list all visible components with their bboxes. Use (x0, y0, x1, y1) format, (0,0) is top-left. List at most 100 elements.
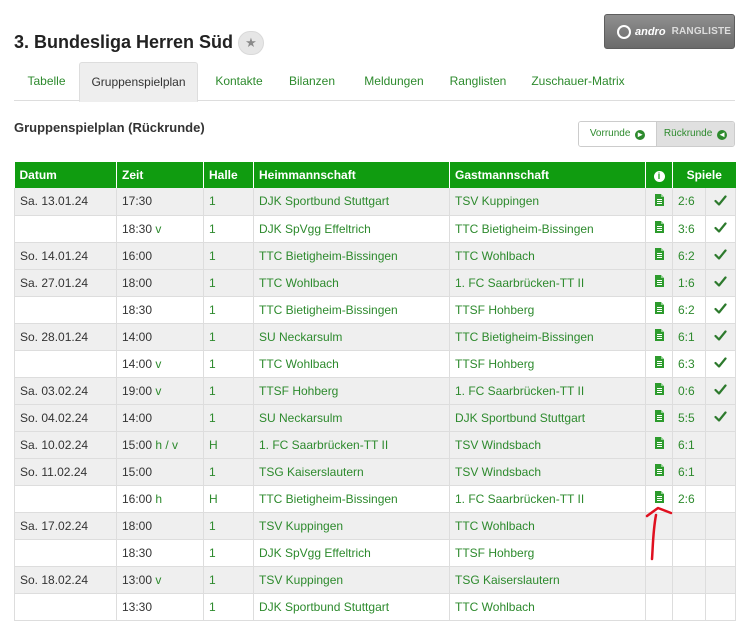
cell-home-team[interactable]: TSG Kaiserslautern (253, 458, 450, 486)
cell-score[interactable]: 6:1 (672, 323, 706, 351)
col-header-datum[interactable]: Datum (14, 162, 117, 188)
tab-kontakte[interactable]: Kontakte (204, 62, 274, 101)
cell-away-team[interactable]: TTSF Hohberg (449, 539, 646, 567)
col-header-gastmannschaft[interactable]: Gastmannschaft (449, 162, 646, 188)
away-team-link[interactable]: 1. FC Saarbrücken-TT II (455, 276, 584, 290)
home-team-link[interactable]: TSV Kuppingen (259, 573, 343, 587)
home-team-link[interactable]: DJK Sportbund Stuttgart (259, 600, 389, 614)
cell-halle[interactable]: 1 (203, 458, 254, 486)
cell-halle[interactable]: 1 (203, 296, 254, 324)
cell-score[interactable]: 1:6 (672, 269, 706, 297)
cell-halle[interactable]: 1 (203, 242, 254, 270)
cell-home-team[interactable]: TTC Bietigheim-Bissingen (253, 485, 450, 513)
cell-away-team[interactable]: TSV Kuppingen (449, 188, 646, 216)
cell-home-team[interactable]: 1. FC Saarbrücken-TT II (253, 431, 450, 459)
cell-away-team[interactable]: TTSF Hohberg (449, 296, 646, 324)
cell-away-team[interactable]: TTC Bietigheim-Bissingen (449, 215, 646, 243)
cell-score[interactable]: 2:6 (672, 188, 706, 216)
away-team-link[interactable]: TTSF Hohberg (455, 357, 534, 371)
halle-link[interactable]: 1 (209, 222, 216, 236)
home-team-link[interactable]: DJK SpVgg Effeltrich (259, 222, 371, 236)
away-team-link[interactable]: TTSF Hohberg (455, 303, 534, 317)
favorite-button[interactable]: ★ (238, 31, 264, 55)
document-icon[interactable] (654, 356, 664, 371)
cell-halle[interactable]: 1 (203, 593, 254, 621)
tab-bilanzen[interactable]: Bilanzen (280, 62, 344, 101)
home-team-link[interactable]: TTC Bietigheim-Bissingen (259, 303, 398, 317)
cell-home-team[interactable]: SU Neckarsulm (253, 323, 450, 351)
cell-home-team[interactable]: DJK SpVgg Effeltrich (253, 539, 450, 567)
tab-tabelle[interactable]: Tabelle (14, 62, 79, 101)
cell-away-team[interactable]: TTC Wohlbach (449, 512, 646, 540)
score-link[interactable]: 6:2 (678, 303, 695, 317)
document-icon[interactable] (654, 383, 664, 398)
halle-link[interactable]: 1 (209, 384, 216, 398)
cell-score[interactable]: 6:1 (672, 431, 706, 459)
away-team-link[interactable]: 1. FC Saarbrücken-TT II (455, 384, 584, 398)
halle-link[interactable]: 1 (209, 330, 216, 344)
home-team-link[interactable]: TTC Wohlbach (259, 276, 339, 290)
home-team-link[interactable]: TSV Kuppingen (259, 519, 343, 533)
score-link[interactable]: 5:5 (678, 411, 695, 425)
home-team-link[interactable]: TSG Kaiserslautern (259, 465, 364, 479)
document-icon[interactable] (654, 302, 664, 317)
home-team-link[interactable]: SU Neckarsulm (259, 411, 342, 425)
cell-halle[interactable]: 1 (203, 539, 254, 567)
cell-score[interactable]: 6:3 (672, 350, 706, 378)
cell-score[interactable]: 6:1 (672, 458, 706, 486)
cell-away-team[interactable]: 1. FC Saarbrücken-TT II (449, 485, 646, 513)
cell-report[interactable] (645, 431, 673, 459)
home-team-link[interactable]: SU Neckarsulm (259, 330, 342, 344)
cell-report[interactable] (645, 242, 673, 270)
home-team-link[interactable]: TTC Bietigheim-Bissingen (259, 492, 398, 506)
halle-link[interactable]: H (209, 438, 218, 452)
cell-halle[interactable]: 1 (203, 350, 254, 378)
cell-halle[interactable]: 1 (203, 377, 254, 405)
cell-halle[interactable]: 1 (203, 215, 254, 243)
time-flag[interactable]: v (155, 222, 161, 236)
away-team-link[interactable]: TTC Bietigheim-Bissingen (455, 330, 594, 344)
cell-home-team[interactable]: TTSF Hohberg (253, 377, 450, 405)
cell-halle[interactable]: 1 (203, 512, 254, 540)
cell-away-team[interactable]: TSV Windsbach (449, 458, 646, 486)
cell-score[interactable]: 6:2 (672, 296, 706, 324)
halle-link[interactable]: 1 (209, 194, 216, 208)
cell-away-team[interactable]: TTC Bietigheim-Bissingen (449, 323, 646, 351)
cell-home-team[interactable]: TTC Wohlbach (253, 350, 450, 378)
andro-rangliste-badge[interactable]: andro RANGLISTE (604, 14, 735, 49)
cell-halle[interactable]: 1 (203, 188, 254, 216)
cell-away-team[interactable]: DJK Sportbund Stuttgart (449, 404, 646, 432)
cell-away-team[interactable]: TTSF Hohberg (449, 350, 646, 378)
halle-link[interactable]: 1 (209, 519, 216, 533)
cell-halle[interactable]: 1 (203, 323, 254, 351)
cell-away-team[interactable]: TTC Wohlbach (449, 593, 646, 621)
tab-ranglisten[interactable]: Ranglisten (442, 62, 514, 101)
cell-report[interactable] (645, 350, 673, 378)
col-header-zeit[interactable]: Zeit (116, 162, 204, 188)
halle-link[interactable]: 1 (209, 249, 216, 263)
rueckrunde-button[interactable]: Rückrunde ◄ (656, 122, 734, 146)
cell-report[interactable] (645, 404, 673, 432)
cell-home-team[interactable]: DJK Sportbund Stuttgart (253, 593, 450, 621)
document-icon[interactable] (654, 464, 664, 479)
cell-home-team[interactable]: TSV Kuppingen (253, 512, 450, 540)
halle-link[interactable]: 1 (209, 357, 216, 371)
cell-report[interactable] (645, 323, 673, 351)
score-link[interactable]: 2:6 (678, 492, 695, 506)
cell-away-team[interactable]: 1. FC Saarbrücken-TT II (449, 269, 646, 297)
halle-link[interactable]: 1 (209, 411, 216, 425)
away-team-link[interactable]: TTC Wohlbach (455, 600, 535, 614)
score-link[interactable]: 6:1 (678, 330, 695, 344)
cell-score[interactable]: 5:5 (672, 404, 706, 432)
halle-link[interactable]: 1 (209, 465, 216, 479)
halle-link[interactable]: 1 (209, 600, 216, 614)
score-link[interactable]: 6:1 (678, 438, 695, 452)
cell-away-team[interactable]: 1. FC Saarbrücken-TT II (449, 377, 646, 405)
home-team-link[interactable]: TTSF Hohberg (259, 384, 338, 398)
col-header-heimmannschaft[interactable]: Heimmannschaft (253, 162, 450, 188)
cell-halle[interactable]: H (203, 485, 254, 513)
score-link[interactable]: 6:2 (678, 249, 695, 263)
document-icon[interactable] (654, 221, 664, 236)
cell-score[interactable]: 2:6 (672, 485, 706, 513)
cell-halle[interactable]: 1 (203, 404, 254, 432)
